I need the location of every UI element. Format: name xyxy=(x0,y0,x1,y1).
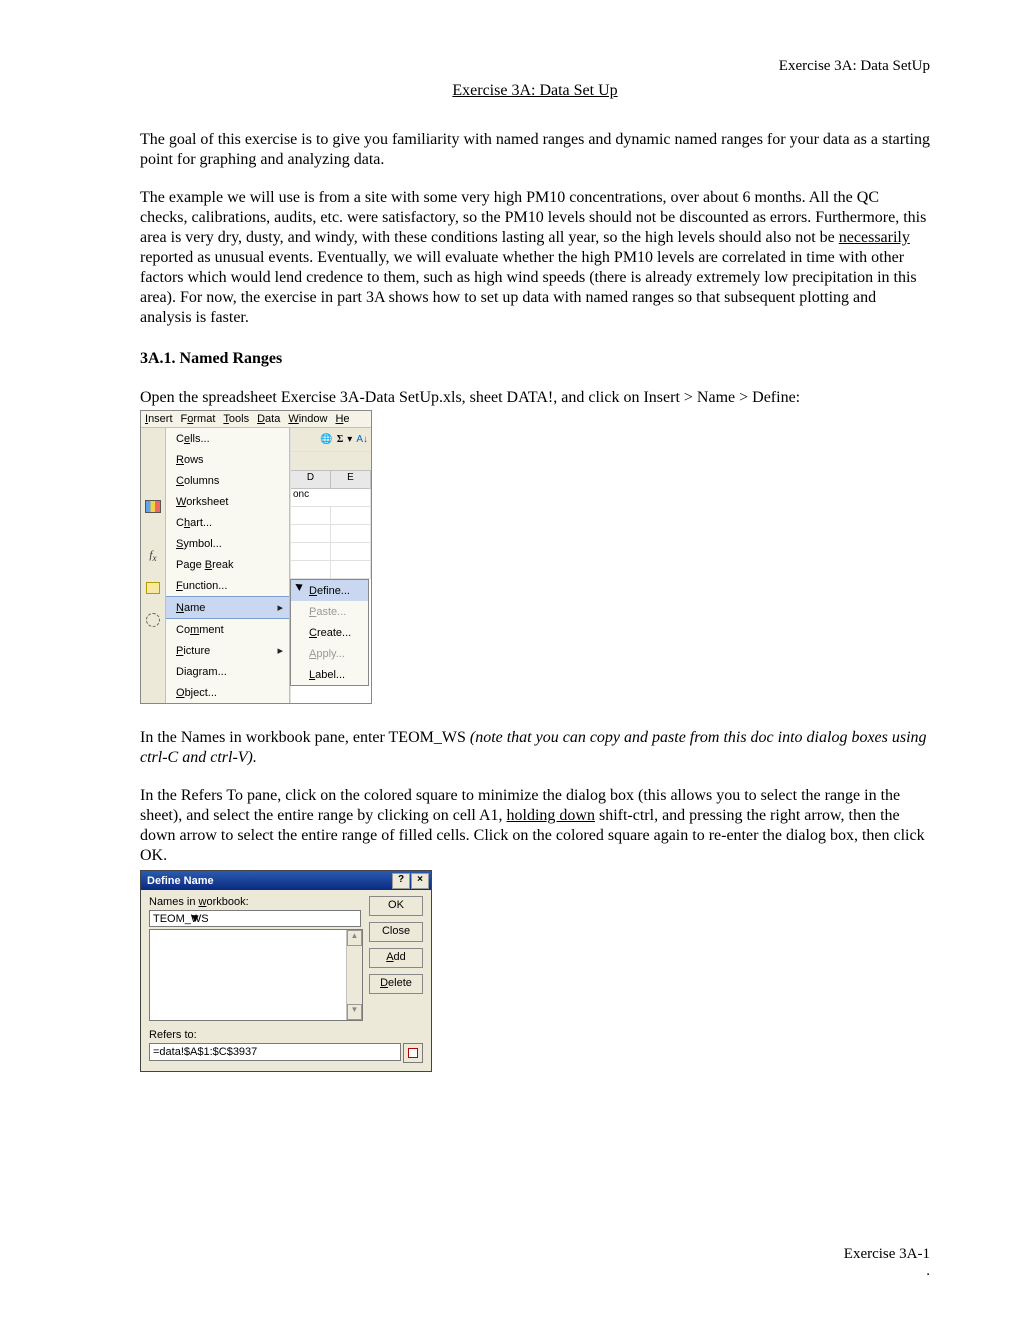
dropdown-arrow-icon[interactable]: ▾ xyxy=(347,434,352,445)
menu-data[interactable]: Data xyxy=(257,413,280,425)
menu-item-pagebreak[interactable]: Page Break xyxy=(166,554,289,575)
close-button[interactable]: Close xyxy=(369,922,423,942)
para2-part-b: reported as unusual events. Eventually, … xyxy=(140,249,917,326)
grid-row xyxy=(291,507,371,525)
col-head-d[interactable]: D xyxy=(291,471,331,489)
function-icon: fx xyxy=(149,549,156,563)
menu-window[interactable]: Window xyxy=(288,413,327,425)
submenu-item-apply: Apply... xyxy=(291,643,368,664)
delete-button[interactable]: Delete xyxy=(369,974,423,994)
menu-item-name[interactable]: Name▸ xyxy=(166,596,289,619)
para2-underline: necessarily xyxy=(839,229,910,246)
menu-item-object[interactable]: Object... xyxy=(166,682,289,703)
excel-menubar: IInsertnsert Format Tools Data Window He xyxy=(141,411,371,428)
names-listbox[interactable]: ▲ ▼ xyxy=(149,929,363,1021)
hyperlink-icon[interactable]: 🌐 xyxy=(320,434,332,445)
submenu-arrow-icon: ▸ xyxy=(277,601,283,614)
diagram-icon xyxy=(146,613,160,627)
cell-fragment: onc xyxy=(291,489,371,507)
footer-dot: . xyxy=(844,1263,930,1280)
grid-row xyxy=(291,543,371,561)
menu-item-cells[interactable]: Cells... xyxy=(166,428,289,449)
menu-icon-gutter: fx xyxy=(141,428,166,703)
cursor-icon xyxy=(295,581,304,591)
dialog-title-text: Define Name xyxy=(147,875,214,887)
menu-help[interactable]: He xyxy=(335,413,349,425)
name-submenu: Define... Paste... Create... Apply... La… xyxy=(290,579,369,686)
submenu-item-create[interactable]: Create... xyxy=(291,622,368,643)
paragraph-1: The goal of this exercise is to give you… xyxy=(140,130,930,170)
grid-row xyxy=(291,525,371,543)
menu-item-rows[interactable]: Rows xyxy=(166,449,289,470)
dialog-close-button[interactable]: × xyxy=(411,873,429,889)
submenu-item-label[interactable]: Label... xyxy=(291,664,368,685)
excel-grid-fragment: 🌐 Σ ▾ A↓ D E onc Defin xyxy=(290,428,371,703)
page-header-right: Exercise 3A: Data SetUp xyxy=(779,58,930,75)
menu-item-chart[interactable]: Chart... xyxy=(166,512,289,533)
paragraph-5: In the Refers To pane, click on the colo… xyxy=(140,786,930,866)
menu-format[interactable]: Format xyxy=(181,413,216,425)
paragraph-4: In the Names in workbook pane, enter TEO… xyxy=(140,728,930,768)
menu-item-picture[interactable]: Picture▸ xyxy=(166,640,289,661)
insert-dropdown: Cells... Rows Columns Worksheet Chart...… xyxy=(166,428,290,703)
comment-icon xyxy=(146,582,160,594)
toolbar-fragment: 🌐 Σ ▾ A↓ xyxy=(291,428,371,452)
dialog-help-button[interactable]: ? xyxy=(392,873,410,889)
footer-text: Exercise 3A-1 xyxy=(844,1246,930,1262)
listbox-scrollbar[interactable]: ▲ ▼ xyxy=(346,930,362,1020)
refers-to-label: Refers to: xyxy=(149,1029,423,1041)
paragraph-2: The example we will use is from a site w… xyxy=(140,188,930,328)
menu-item-worksheet[interactable]: Worksheet xyxy=(166,491,289,512)
submenu-arrow-icon: ▸ xyxy=(277,644,283,657)
scroll-down-icon[interactable]: ▼ xyxy=(347,1004,362,1020)
menu-item-columns[interactable]: Columns xyxy=(166,470,289,491)
excel-insert-menu-screenshot: IInsertnsert Format Tools Data Window He… xyxy=(140,410,372,704)
define-name-dialog: Define Name ? × Names in workbook: ▲ ▼ O… xyxy=(140,870,432,1072)
menu-item-diagram[interactable]: Diagram... xyxy=(166,661,289,682)
refers-to-input[interactable] xyxy=(149,1043,401,1061)
dialog-titlebar: Define Name ? × xyxy=(141,871,431,890)
sort-icon[interactable]: A↓ xyxy=(356,434,368,445)
submenu-item-define[interactable]: Define... xyxy=(291,580,368,601)
chart-icon xyxy=(145,500,161,513)
section-heading-3a1: 3A.1. Named Ranges xyxy=(140,350,930,368)
menu-item-function[interactable]: Function... xyxy=(166,575,289,596)
paragraph-3: Open the spreadsheet Exercise 3A-Data Se… xyxy=(140,388,930,408)
para2-part-a: The example we will use is from a site w… xyxy=(140,189,926,246)
ok-button[interactable]: OK xyxy=(369,896,423,916)
scroll-up-icon[interactable]: ▲ xyxy=(347,930,362,946)
page-footer: Exercise 3A-1 . xyxy=(844,1246,930,1280)
para4-part-a: In the Names in workbook pane, enter TEO… xyxy=(140,729,470,746)
col-head-e[interactable]: E xyxy=(331,471,371,489)
range-selector-icon xyxy=(408,1048,418,1058)
column-headers: D E xyxy=(291,471,371,489)
names-in-workbook-input[interactable] xyxy=(149,910,361,927)
menu-item-symbol[interactable]: Symbol... xyxy=(166,533,289,554)
para5-underline: holding down xyxy=(507,807,595,824)
menu-insert[interactable]: IInsertnsert xyxy=(145,413,173,425)
document-title: Exercise 3A: Data Set Up xyxy=(140,82,930,100)
collapse-dialog-button[interactable] xyxy=(403,1043,423,1063)
document-page: Exercise 3A: Data SetUp Exercise 3A: Dat… xyxy=(0,0,1020,1320)
menu-item-comment[interactable]: Comment xyxy=(166,619,289,640)
autosum-icon[interactable]: Σ xyxy=(337,434,344,445)
names-in-workbook-label: Names in workbook: xyxy=(149,896,361,908)
grid-row xyxy=(291,561,371,579)
add-button[interactable]: Add xyxy=(369,948,423,968)
menu-tools[interactable]: Tools xyxy=(223,413,249,425)
submenu-item-paste: Paste... xyxy=(291,601,368,622)
